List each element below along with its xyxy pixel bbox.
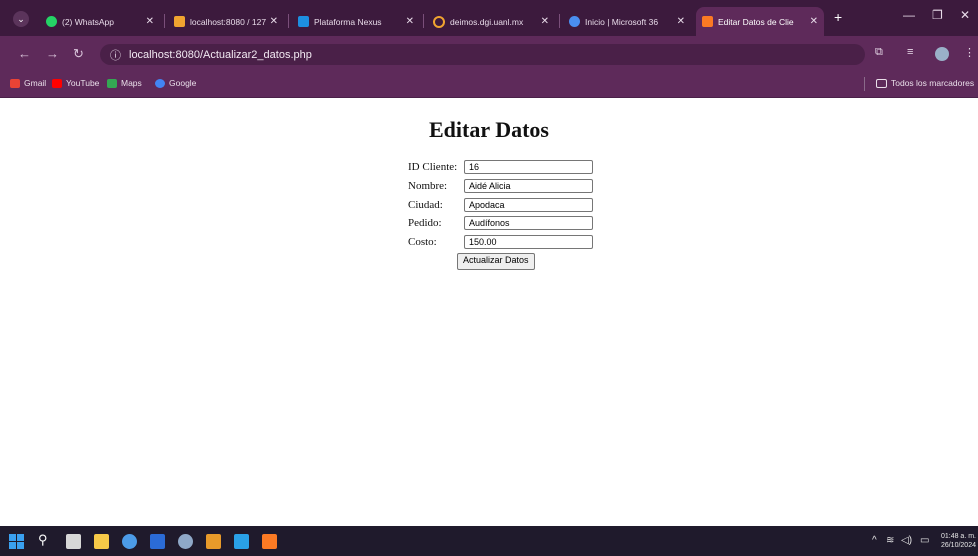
bookmark-label: Todos los marcadores [891,78,975,88]
tab-editar-datos[interactable]: Editar Datos de Clie ✕ [696,7,824,36]
profile-avatar[interactable] [935,47,949,61]
close-icon[interactable]: ✕ [406,16,414,27]
bookmark-google[interactable]: Google [155,78,196,88]
bookmark-label: Gmail [24,78,47,88]
bookmark-label: YouTube [66,78,100,88]
minimize-button[interactable]: — [903,8,915,22]
close-icon[interactable]: ✕ [810,16,818,27]
taskbar: ⚲ ^ ≋ ◁) ▭ 01:48 a. m. 26/10/2024 [0,526,978,556]
deimos-icon [433,15,445,28]
media-icon[interactable]: ≡ [907,46,913,58]
all-bookmarks-folder[interactable]: Todos los marcadores [876,78,974,88]
tab-label: localhost:8080 / 127 [190,16,267,27]
tab-strip: ⌄ (2) WhatsApp ✕ localhost:8080 / 127 ✕ … [0,0,978,36]
tab-label: (2) WhatsApp [62,16,114,27]
tab-whatsapp[interactable]: (2) WhatsApp ✕ [40,7,160,36]
folder-icon [876,78,887,88]
app-icon[interactable] [206,534,221,549]
close-window-button[interactable]: ✕ [960,8,970,22]
google-icon [155,78,165,88]
field-label: Nombre: [408,180,448,192]
page-content: Editar Datos ID Cliente: 16 Nombre: Aidé… [0,98,978,526]
xampp-taskbar-icon[interactable] [262,534,277,549]
tab-separator [288,14,289,28]
address-bar[interactable]: ⓘ localhost:8080/Actualizar2_datos.php [100,44,865,65]
clock-date[interactable]: 26/10/2024 [930,542,976,549]
youtube-icon [52,78,62,88]
reload-button[interactable]: ↻ [73,46,84,62]
nexus-icon [298,16,309,27]
search-icon[interactable]: ⚲ [38,532,53,547]
settings-icon[interactable] [178,534,193,549]
bookmarks-bar: Gmail YouTube Maps Google Todos los marc… [0,72,978,98]
tab-label: deimos.dgi.uanl.mx [450,16,524,27]
tab-label: Plataforma Nexus [314,16,382,27]
bookmarks-separator [864,77,865,91]
close-icon[interactable]: ✕ [146,16,154,27]
tab-separator [423,14,424,28]
microsoft-icon [569,16,580,27]
actualizar-datos-button[interactable]: Actualizar Datos [457,253,535,270]
close-icon[interactable]: ✕ [541,16,549,27]
tab-search-button[interactable]: ⌄ [13,11,29,27]
task-view-icon[interactable] [66,534,81,549]
whatsapp-icon [46,16,57,27]
bookmark-maps[interactable]: Maps [107,78,142,88]
tab-separator [164,14,165,28]
field-label: Ciudad: [408,199,443,211]
close-icon[interactable]: ✕ [270,16,278,27]
maps-icon [107,78,117,88]
vscode-icon[interactable] [234,534,249,549]
tab-label: Editar Datos de Clie [718,16,794,27]
chevron-up-icon[interactable]: ^ [872,535,877,546]
file-explorer-icon[interactable] [94,534,109,549]
battery-icon[interactable]: ▭ [920,535,929,546]
costo-input[interactable]: 150.00 [464,235,593,249]
close-icon[interactable]: ✕ [677,16,685,27]
page-title: Editar Datos [429,117,549,142]
id-cliente-input[interactable]: 16 [464,160,593,174]
xampp-icon [702,16,713,27]
clock-time[interactable]: 01:48 a. m. [930,533,976,540]
tab-deimos[interactable]: deimos.dgi.uanl.mx ✕ [427,7,555,36]
volume-icon[interactable]: ◁) [901,535,912,546]
tab-microsoft[interactable]: Inicio | Microsoft 36 ✕ [563,7,691,36]
nombre-input[interactable]: Aidé Alicia [464,179,593,193]
pedido-input[interactable]: Audífonos [464,216,593,230]
menu-icon[interactable]: ⋮ [964,46,975,59]
bookmark-youtube[interactable]: YouTube [52,78,99,88]
forward-button[interactable]: → [46,46,59,61]
back-button[interactable]: ← [18,46,31,61]
site-info-icon[interactable]: ⓘ [110,47,121,63]
url-text: localhost:8080/Actualizar2_datos.php [129,48,312,61]
tab-plataforma-nexus[interactable]: Plataforma Nexus ✕ [292,7,420,36]
bookmark-label: Google [169,78,197,88]
word-icon[interactable] [150,534,165,549]
extensions-icon[interactable]: ⧉ [875,46,883,59]
tab-phpmyadmin[interactable]: localhost:8080 / 127 ✕ [168,7,284,36]
ciudad-input[interactable]: Apodaca [464,198,593,212]
bookmark-gmail[interactable]: Gmail [10,78,46,88]
bookmark-label: Maps [121,78,142,88]
field-label: ID Cliente: [408,161,458,173]
phpmyadmin-icon [174,16,185,27]
windows-start-icon[interactable] [9,534,24,549]
chrome-icon[interactable] [122,534,137,549]
tab-label: Inicio | Microsoft 36 [585,16,659,27]
gmail-icon [10,78,20,88]
restore-button[interactable]: ❐ [932,8,943,22]
wifi-icon[interactable]: ≋ [886,535,894,546]
field-label: Costo: [408,236,437,248]
new-tab-button[interactable]: + [834,9,842,25]
field-label: Pedido: [408,217,442,229]
tab-separator [559,14,560,28]
